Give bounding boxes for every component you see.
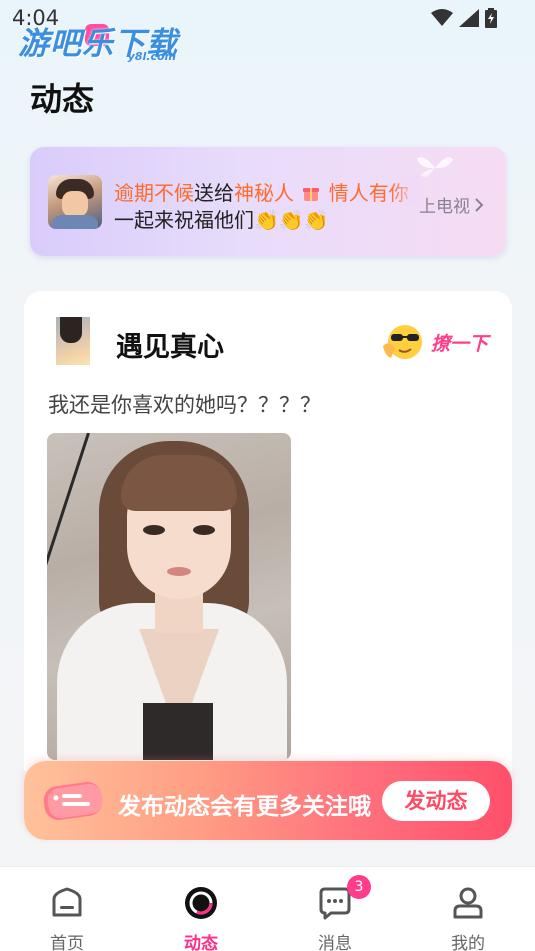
- chevron-right-icon: [475, 197, 484, 212]
- post-moment-button[interactable]: 发动态: [382, 781, 490, 821]
- post-username[interactable]: 遇见真心: [116, 325, 224, 364]
- tab-messages-label: 消息: [318, 934, 352, 951]
- watch-tv-label: 上电视: [419, 197, 470, 217]
- moments-icon: [185, 887, 217, 919]
- tab-home[interactable]: 首页: [0, 867, 134, 951]
- cool-emoji-icon: [382, 325, 422, 359]
- tab-messages[interactable]: 3 消息: [268, 867, 402, 951]
- signal-icon: [459, 9, 479, 27]
- gift-icon: [303, 188, 320, 201]
- banner-avatar: [48, 175, 102, 229]
- watermark-logo: 游吧乐下载 y8l.com: [18, 18, 188, 66]
- banner-message: 逾期不候送给神秘人 情人有你: [114, 177, 414, 206]
- watch-tv-link[interactable]: 上电视: [419, 192, 484, 217]
- tab-profile-label: 我的: [451, 934, 485, 951]
- flirt-button[interactable]: 撩一下: [381, 322, 488, 362]
- promo-text: 发布动态会有更多关注哦: [118, 794, 371, 820]
- post-text: 我还是你喜欢的她吗？？？？: [48, 393, 321, 417]
- battery-icon: [485, 8, 497, 28]
- publish-promo-bar[interactable]: 发布动态会有更多关注哦 发动态: [24, 761, 512, 840]
- post-card[interactable]: 遇见真心 撩一下 我还是你喜欢的她吗？？？？: [24, 291, 512, 771]
- user-avatar[interactable]: [56, 317, 90, 365]
- tab-moments[interactable]: 动态: [134, 867, 268, 951]
- wifi-icon: [431, 9, 453, 26]
- butterfly-icon: [417, 157, 453, 177]
- home-icon: [52, 887, 82, 917]
- bottom-tab-bar: 首页 动态 3 消息 我的: [0, 866, 535, 951]
- gift-banner[interactable]: 逾期不候送给神秘人 情人有你 一起来祝福他们👏👏👏 上电视: [30, 147, 506, 256]
- chat-bubble-icon: [43, 781, 103, 821]
- watermark-subtext: y8l.com: [127, 50, 176, 63]
- page-title: 动态: [30, 80, 95, 118]
- tab-home-label: 首页: [50, 934, 84, 951]
- banner-verb: 送给: [194, 181, 234, 205]
- tab-profile[interactable]: 我的: [401, 867, 535, 951]
- unread-badge: 3: [347, 875, 371, 899]
- post-photo[interactable]: [47, 433, 291, 760]
- status-icons: [431, 8, 497, 28]
- banner-receiver: 神秘人: [234, 181, 294, 205]
- profile-icon: [453, 887, 483, 919]
- banner-sender: 逾期不候: [114, 181, 194, 205]
- tab-moments-label: 动态: [184, 934, 218, 951]
- flirt-label: 撩一下: [430, 332, 488, 355]
- banner-subline: 一起来祝福他们👏👏👏: [114, 208, 329, 232]
